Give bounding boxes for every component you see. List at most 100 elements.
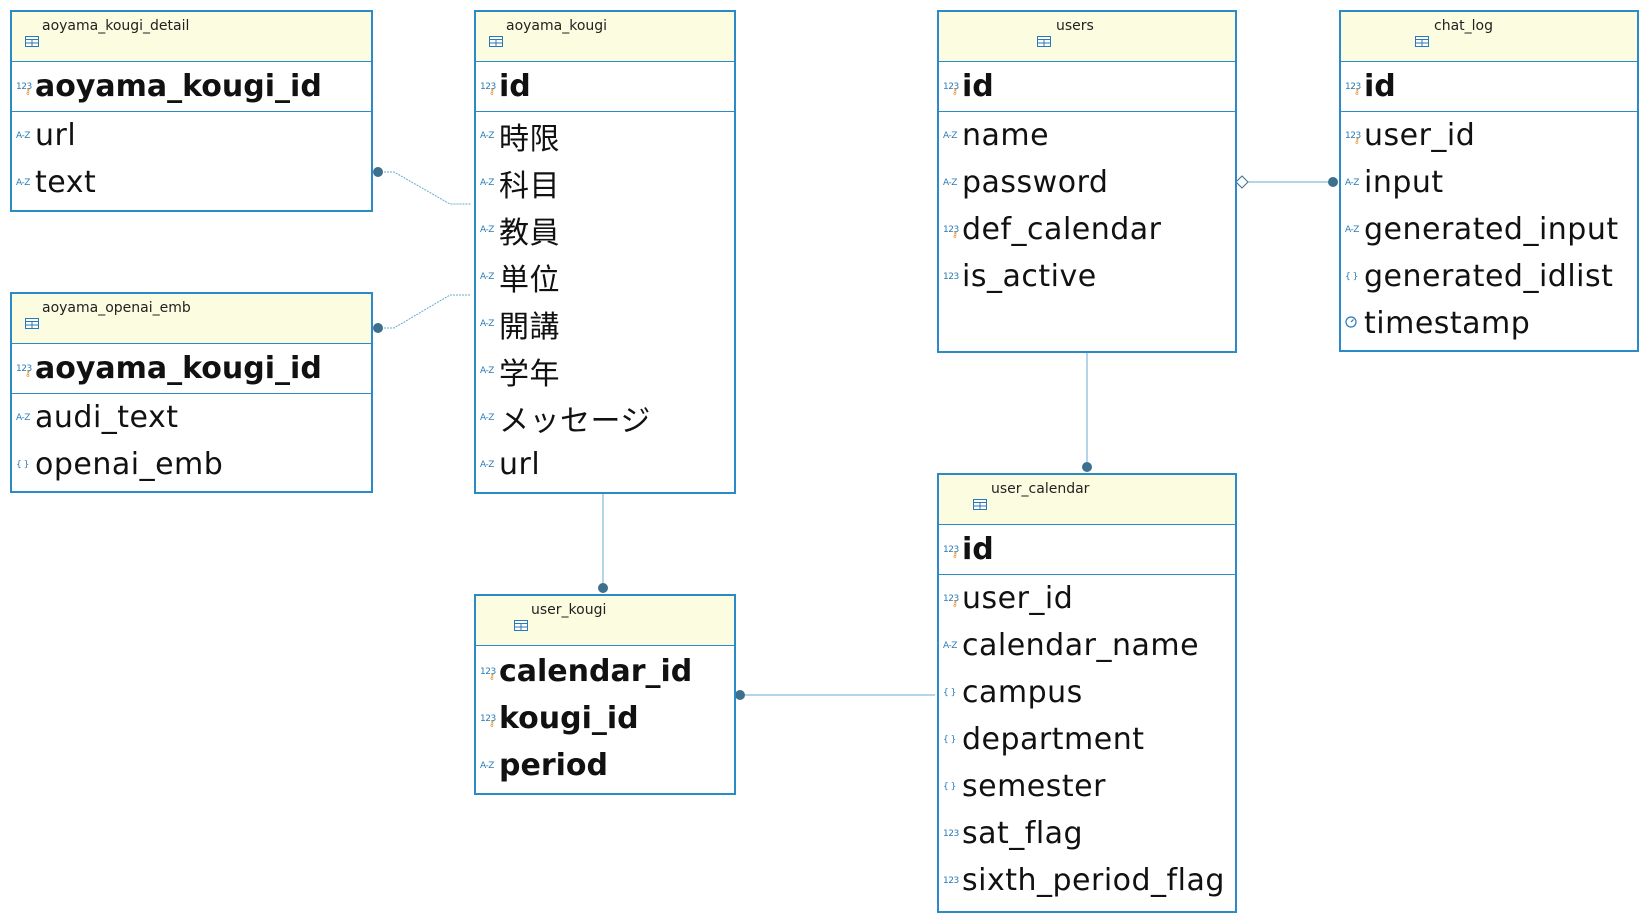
numeric-type-icon: 123 [943, 271, 959, 282]
column-row[interactable]: 123 ⚷ kougi_id [476, 695, 734, 742]
numeric-type-icon: 123 ⚷ [480, 81, 496, 96]
entity-header[interactable]: user_kougi [476, 596, 734, 646]
column-row[interactable]: A-Z calendar_name [939, 622, 1235, 669]
column-row[interactable]: 123 ⚷ id [939, 525, 1235, 574]
column-row[interactable]: 123 ⚷ id [476, 62, 734, 111]
column-row[interactable]: A-Z input [1341, 159, 1637, 206]
column-row[interactable]: A-Z メッセージ [476, 394, 734, 441]
column-row[interactable]: timestamp [1341, 300, 1637, 347]
entity-aoyama-kougi-detail[interactable]: aoyama_kougi_detail 123 ⚷ aoyama_kougi_id … [10, 10, 373, 212]
column-row[interactable]: 123 sixth_period_flag [939, 857, 1235, 904]
column-row[interactable]: 123 ⚷ aoyama_kougi_id [12, 344, 371, 393]
column-row[interactable]: 123 ⚷ user_id [1341, 112, 1637, 159]
edge-detail-to-kougi[interactable] [378, 171, 471, 205]
column-row[interactable]: A-Z 開講 [476, 300, 734, 347]
column-row[interactable]: 123 is_active [939, 253, 1235, 300]
entity-chat-log[interactable]: chat_log 123 ⚷ id 123 ⚷ user_id A-Z input A-Z ge… [1339, 10, 1639, 352]
entity-user-kougi[interactable]: user_kougi 123 ⚷ calendar_id 123 ⚷ kougi_id A-… [474, 594, 736, 795]
table-icon [489, 32, 503, 47]
column-name: audi_text [35, 400, 179, 435]
column-name: is_active [962, 259, 1097, 294]
column-row[interactable]: A-Z 教員 [476, 206, 734, 253]
column-row[interactable]: A-Z url [476, 441, 734, 488]
text-type-icon: A-Z [480, 224, 494, 235]
entity-header[interactable]: chat_log [1341, 12, 1637, 62]
text-type-icon: A-Z [1345, 177, 1359, 188]
entity-header[interactable]: aoyama_openai_emb [12, 294, 371, 344]
column-name: id [499, 69, 531, 104]
column-name: url [499, 447, 541, 482]
text-type-icon: A-Z [480, 760, 494, 771]
column-row[interactable]: 123 ⚷ def_calendar [939, 206, 1235, 253]
edge-emb-to-kougi[interactable] [378, 294, 471, 329]
edge-userkougi-right-endpoint [735, 690, 745, 700]
column-name: period [499, 748, 608, 783]
column-name: aoyama_kougi_id [35, 69, 322, 104]
entity-header[interactable]: users [939, 12, 1235, 62]
column-row[interactable]: A-Z 科目 [476, 159, 734, 206]
column-row[interactable]: { } department [939, 716, 1235, 763]
column-name: openai_emb [35, 447, 224, 482]
json-type-icon: { } [943, 781, 956, 792]
column-name: 開講 [499, 309, 560, 345]
column-row[interactable]: A-Z generated_input [1341, 206, 1637, 253]
text-type-icon: A-Z [16, 177, 30, 188]
key-icon: ⚷ [1354, 86, 1360, 96]
entity-header[interactable]: aoyama_kougi_detail [12, 12, 371, 62]
text-type-icon: A-Z [480, 271, 494, 282]
numeric-type-icon: 123 ⚷ [1345, 81, 1361, 96]
column-row[interactable]: { } campus [939, 669, 1235, 716]
column-name: id [962, 532, 994, 567]
text-type-icon: A-Z [480, 177, 494, 188]
column-row[interactable]: 123 ⚷ id [939, 62, 1235, 111]
column-row[interactable]: A-Z 学年 [476, 347, 734, 394]
entity-aoyama-openai-emb[interactable]: aoyama_openai_emb 123 ⚷ aoyama_kougi_id A-… [10, 292, 373, 493]
key-icon: ⚷ [952, 598, 958, 608]
key-icon: ⚷ [25, 86, 31, 96]
column-row[interactable]: A-Z audi_text [12, 394, 371, 441]
key-icon: ⚷ [1354, 135, 1360, 145]
text-type-icon: A-Z [943, 177, 957, 188]
entity-header[interactable]: user_calendar [939, 475, 1235, 525]
edge-detail-endpoint [373, 167, 383, 177]
attr-section: A-Z name A-Z password 123 ⚷ def_calendar 123 is_… [939, 112, 1235, 300]
column-row[interactable]: 123 ⚷ calendar_id [476, 648, 734, 695]
numeric-type-icon: 123 ⚷ [943, 81, 959, 96]
column-row[interactable]: A-Z period [476, 742, 734, 789]
column-row[interactable]: { } semester [939, 763, 1235, 810]
attr-section: A-Z url A-Z text [12, 112, 371, 206]
text-type-icon: A-Z [943, 130, 957, 141]
column-name: generated_idlist [1364, 259, 1614, 294]
column-row[interactable]: 123 ⚷ aoyama_kougi_id [12, 62, 371, 111]
edge-chatlog-endpoint [1328, 177, 1338, 187]
column-name: メッセージ [499, 403, 651, 439]
column-row[interactable]: A-Z text [12, 159, 371, 206]
column-row[interactable]: A-Z name [939, 112, 1235, 159]
entity-user-calendar[interactable]: user_calendar 123 ⚷ id 123 ⚷ user_id A-Z calen… [937, 473, 1237, 913]
entity-aoyama-kougi[interactable]: aoyama_kougi 123 ⚷ id A-Z 時限 A-Z 科目 A-Z 教員 A-Z 単位… [474, 10, 736, 494]
column-row[interactable]: 123 sat_flag [939, 810, 1235, 857]
column-row[interactable]: 123 ⚷ user_id [939, 575, 1235, 622]
column-name: department [962, 722, 1145, 757]
entity-users[interactable]: users 123 ⚷ id A-Z name A-Z password 123 ⚷ def_c… [937, 10, 1237, 353]
numeric-type-icon: 123 ⚷ [16, 81, 32, 96]
column-name: input [1364, 165, 1444, 200]
column-row[interactable]: A-Z password [939, 159, 1235, 206]
column-name: 科目 [499, 168, 560, 204]
column-row[interactable]: 123 ⚷ id [1341, 62, 1637, 111]
column-name: 学年 [499, 356, 560, 392]
entity-header[interactable]: aoyama_kougi [476, 12, 734, 62]
column-row[interactable]: A-Z 時限 [476, 112, 734, 159]
column-row[interactable]: A-Z url [12, 112, 371, 159]
column-row[interactable]: A-Z 単位 [476, 253, 734, 300]
table-icon [973, 495, 987, 510]
edge-userkougi-top-endpoint [598, 583, 608, 593]
column-row[interactable]: { } generated_idlist [1341, 253, 1637, 300]
text-type-icon: A-Z [943, 640, 957, 651]
attr-section: A-Z audi_text { } openai_emb [12, 394, 371, 488]
entity-title: aoyama_kougi_detail [42, 18, 190, 34]
text-type-icon: A-Z [480, 365, 494, 376]
column-row[interactable]: { } openai_emb [12, 441, 371, 488]
column-name: url [35, 118, 77, 153]
column-name: 単位 [499, 262, 560, 298]
